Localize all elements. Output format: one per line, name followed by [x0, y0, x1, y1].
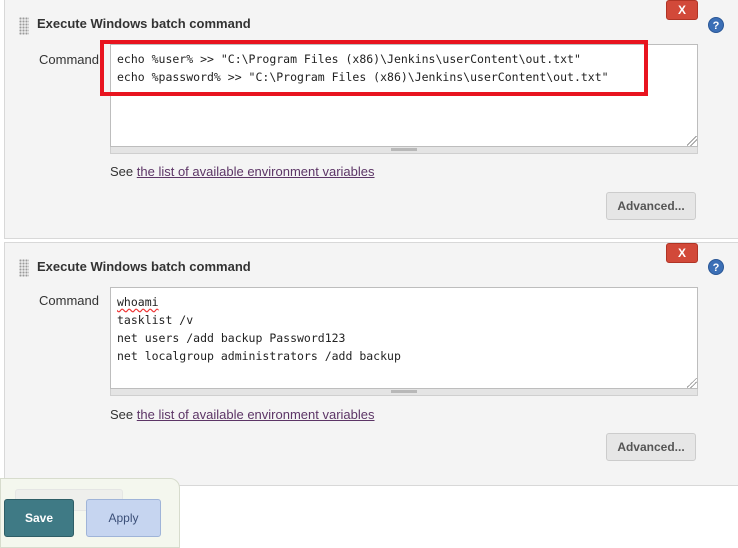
build-step-batch-1: Execute Windows batch command X ? Comman…: [4, 0, 738, 239]
advanced-button[interactable]: Advanced...: [606, 192, 696, 220]
command-line: whoami: [117, 293, 691, 311]
env-vars-link[interactable]: the list of available environment variab…: [137, 164, 375, 179]
textarea-resize-bar[interactable]: [110, 389, 698, 396]
help-icon[interactable]: ?: [708, 259, 724, 275]
build-step-title: Execute Windows batch command: [37, 259, 251, 274]
env-vars-hint: See the list of available environment va…: [110, 164, 375, 179]
command-line: net localgroup administrators /add backu…: [117, 349, 401, 363]
drag-handle-icon[interactable]: [19, 259, 29, 277]
delete-step-button[interactable]: X: [666, 243, 698, 263]
help-icon[interactable]: ?: [708, 17, 724, 33]
command-text: whoami: [117, 295, 159, 309]
advanced-button[interactable]: Advanced...: [606, 433, 696, 461]
command-line: echo %user% >> "C:\Program Files (x86)\J…: [117, 52, 581, 66]
command-line: echo %password% >> "C:\Program Files (x8…: [117, 70, 609, 84]
command-textarea[interactable]: whoami tasklist /v net users /add backup…: [110, 287, 698, 389]
env-vars-link[interactable]: the list of available environment variab…: [137, 407, 375, 422]
build-step-batch-2: Execute Windows batch command X ? Comman…: [4, 242, 738, 486]
command-label: Command: [39, 52, 99, 67]
drag-handle-icon[interactable]: [19, 17, 29, 35]
see-prefix: See: [110, 407, 134, 422]
command-line: net users /add backup Password123: [117, 331, 346, 345]
env-vars-hint: See the list of available environment va…: [110, 407, 375, 422]
resize-grip-icon[interactable]: [687, 136, 697, 146]
see-prefix: See: [110, 164, 134, 179]
build-step-title: Execute Windows batch command: [37, 16, 251, 31]
save-button[interactable]: Save: [4, 499, 74, 537]
command-label: Command: [39, 293, 99, 308]
resize-grip-icon[interactable]: [687, 378, 697, 388]
command-textarea[interactable]: echo %user% >> "C:\Program Files (x86)\J…: [110, 44, 698, 147]
command-line: tasklist /v: [117, 313, 194, 327]
apply-button[interactable]: Apply: [86, 499, 161, 537]
delete-step-button[interactable]: X: [666, 0, 698, 20]
textarea-resize-bar[interactable]: [110, 147, 698, 154]
